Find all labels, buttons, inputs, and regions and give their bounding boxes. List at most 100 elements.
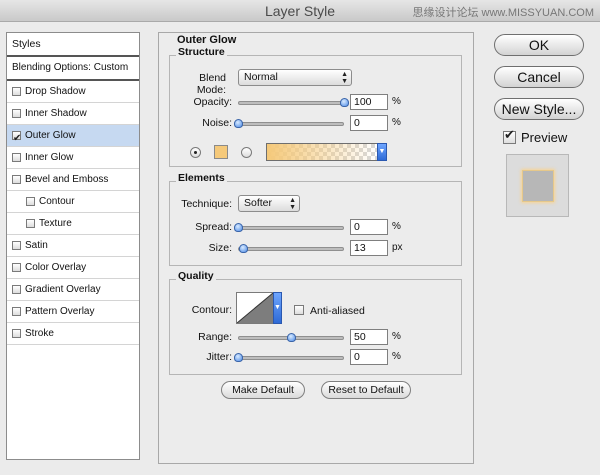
size-unit: px [392,242,403,253]
watermark: 思缘设计论坛 www.MISSYUAN.COM [412,7,594,19]
jitter-label: Jitter: [206,351,232,363]
elements-title: Elements [176,172,227,184]
jitter-slider-thumb[interactable] [234,353,243,362]
structure-title: Structure [176,46,227,58]
blend-mode-select[interactable]: Normal ▲ ▼ [238,69,352,86]
opacity-slider-thumb[interactable] [340,98,349,107]
style-item-gradient-overlay[interactable]: Gradient Overlay [7,279,139,301]
preview-label: Preview [521,130,568,145]
reset-to-default-button[interactable]: Reset to Default [321,381,411,399]
anti-aliased-checkbox[interactable] [294,305,304,315]
color-overlay-checkbox[interactable] [12,263,21,272]
style-item-pattern-overlay[interactable]: Pattern Overlay [7,301,139,323]
opacity-slider-track[interactable] [238,101,344,105]
glow-gradient-bar[interactable] [266,143,378,161]
spread-slider-thumb[interactable] [234,223,243,232]
panel-title: Outer Glow [177,34,237,46]
style-item-contour[interactable]: Contour [7,191,139,213]
style-item-satin[interactable]: Satin [7,235,139,257]
preview-checkbox[interactable] [503,127,516,144]
spread-unit: % [392,221,401,232]
style-item-label: Satin [25,239,48,251]
style-item-label: Drop Shadow [25,85,86,97]
style-preview-swatch [522,170,554,202]
styles-list: Styles Blending Options: Custom Drop Sha… [6,32,140,460]
style-item-inner-shadow[interactable]: Inner Shadow [7,103,139,125]
gradient-overlay-checkbox[interactable] [12,285,21,294]
spread-input[interactable]: 0 [350,219,388,235]
style-item-label: Inner Glow [25,151,74,163]
stroke-checkbox[interactable] [12,329,21,338]
opacity-label: Opacity: [193,96,232,108]
title-bar: Layer Style 思缘设计论坛 www.MISSYUAN.COM [0,0,600,22]
technique-select[interactable]: Softer ▲ ▼ [238,195,300,212]
satin-checkbox[interactable] [12,241,21,250]
cancel-button[interactable]: Cancel [494,66,584,88]
outer-glow-panel: Outer Glow Structure Blend Mode: Normal … [158,32,474,464]
opacity-input[interactable]: 100 [350,94,388,110]
blending-options-item[interactable]: Blending Options: Custom [7,57,139,81]
ok-button[interactable]: OK [494,34,584,56]
technique-label: Technique: [181,198,232,210]
style-item-label: Bevel and Emboss [25,173,109,185]
style-item-texture[interactable]: Texture [7,213,139,235]
technique-value: Softer [244,197,273,209]
style-item-bevel-emboss[interactable]: Bevel and Emboss [7,169,139,191]
style-item-outer-glow[interactable]: Outer Glow [7,125,139,147]
jitter-slider-track[interactable] [238,356,344,360]
style-preview [506,154,569,217]
contour-checkbox[interactable] [26,197,35,206]
preview-toggle[interactable]: Preview [503,127,568,145]
outer-glow-checkbox[interactable] [12,128,21,146]
size-slider-track[interactable] [238,247,344,251]
spread-slider-track[interactable] [238,226,344,230]
anti-aliased-label: Anti-aliased [310,305,365,317]
style-item-label: Pattern Overlay [25,305,95,317]
range-label: Range: [198,331,232,343]
noise-slider-track[interactable] [238,122,344,126]
noise-unit: % [392,117,401,128]
inner-glow-checkbox[interactable] [12,153,21,162]
noise-label: Noise: [202,117,232,129]
gradient-radio[interactable] [241,147,252,158]
range-slider-thumb[interactable] [287,333,296,342]
new-style-button[interactable]: New Style... [494,98,584,120]
drop-shadow-checkbox[interactable] [12,87,21,96]
quality-group: Quality Contour: ▼ Anti-aliased Range: 5… [169,270,462,375]
style-item-label: Inner Shadow [25,107,87,119]
noise-slider-thumb[interactable] [234,119,243,128]
range-unit: % [392,331,401,342]
elements-group: Elements Technique: Softer ▲ ▼ Spread: 0 … [169,172,462,266]
make-default-button[interactable]: Make Default [221,381,305,399]
jitter-input[interactable]: 0 [350,349,388,365]
range-input[interactable]: 50 [350,329,388,345]
style-item-drop-shadow[interactable]: Drop Shadow [7,81,139,103]
glow-color-swatch[interactable] [214,145,228,159]
style-item-label: Stroke [25,327,54,339]
layer-style-dialog: Styles Blending Options: Custom Drop Sha… [0,22,600,475]
style-item-label: Gradient Overlay [25,283,101,295]
texture-checkbox[interactable] [26,219,35,228]
solid-color-radio[interactable] [190,147,201,158]
noise-input[interactable]: 0 [350,115,388,131]
style-item-color-overlay[interactable]: Color Overlay [7,257,139,279]
gradient-dropdown-arrow-icon[interactable]: ▼ [377,143,387,161]
size-label: Size: [208,242,232,254]
style-item-inner-glow[interactable]: Inner Glow [7,147,139,169]
styles-header[interactable]: Styles [7,33,139,57]
jitter-unit: % [392,351,401,362]
blend-mode-value: Normal [244,71,278,83]
style-item-label: Contour [39,195,75,207]
style-item-stroke[interactable]: Stroke [7,323,139,345]
size-input[interactable]: 13 [350,240,388,256]
bevel-emboss-checkbox[interactable] [12,175,21,184]
contour-dropdown-arrow-icon[interactable]: ▼ [273,292,282,324]
opacity-unit: % [392,96,401,107]
pattern-overlay-checkbox[interactable] [12,307,21,316]
contour-preview[interactable] [236,292,274,324]
size-slider-thumb[interactable] [239,244,249,253]
quality-title: Quality [176,270,216,282]
inner-shadow-checkbox[interactable] [12,109,21,118]
style-item-label: Color Overlay [25,261,87,273]
blend-mode-label: Blend Mode: [196,72,226,96]
